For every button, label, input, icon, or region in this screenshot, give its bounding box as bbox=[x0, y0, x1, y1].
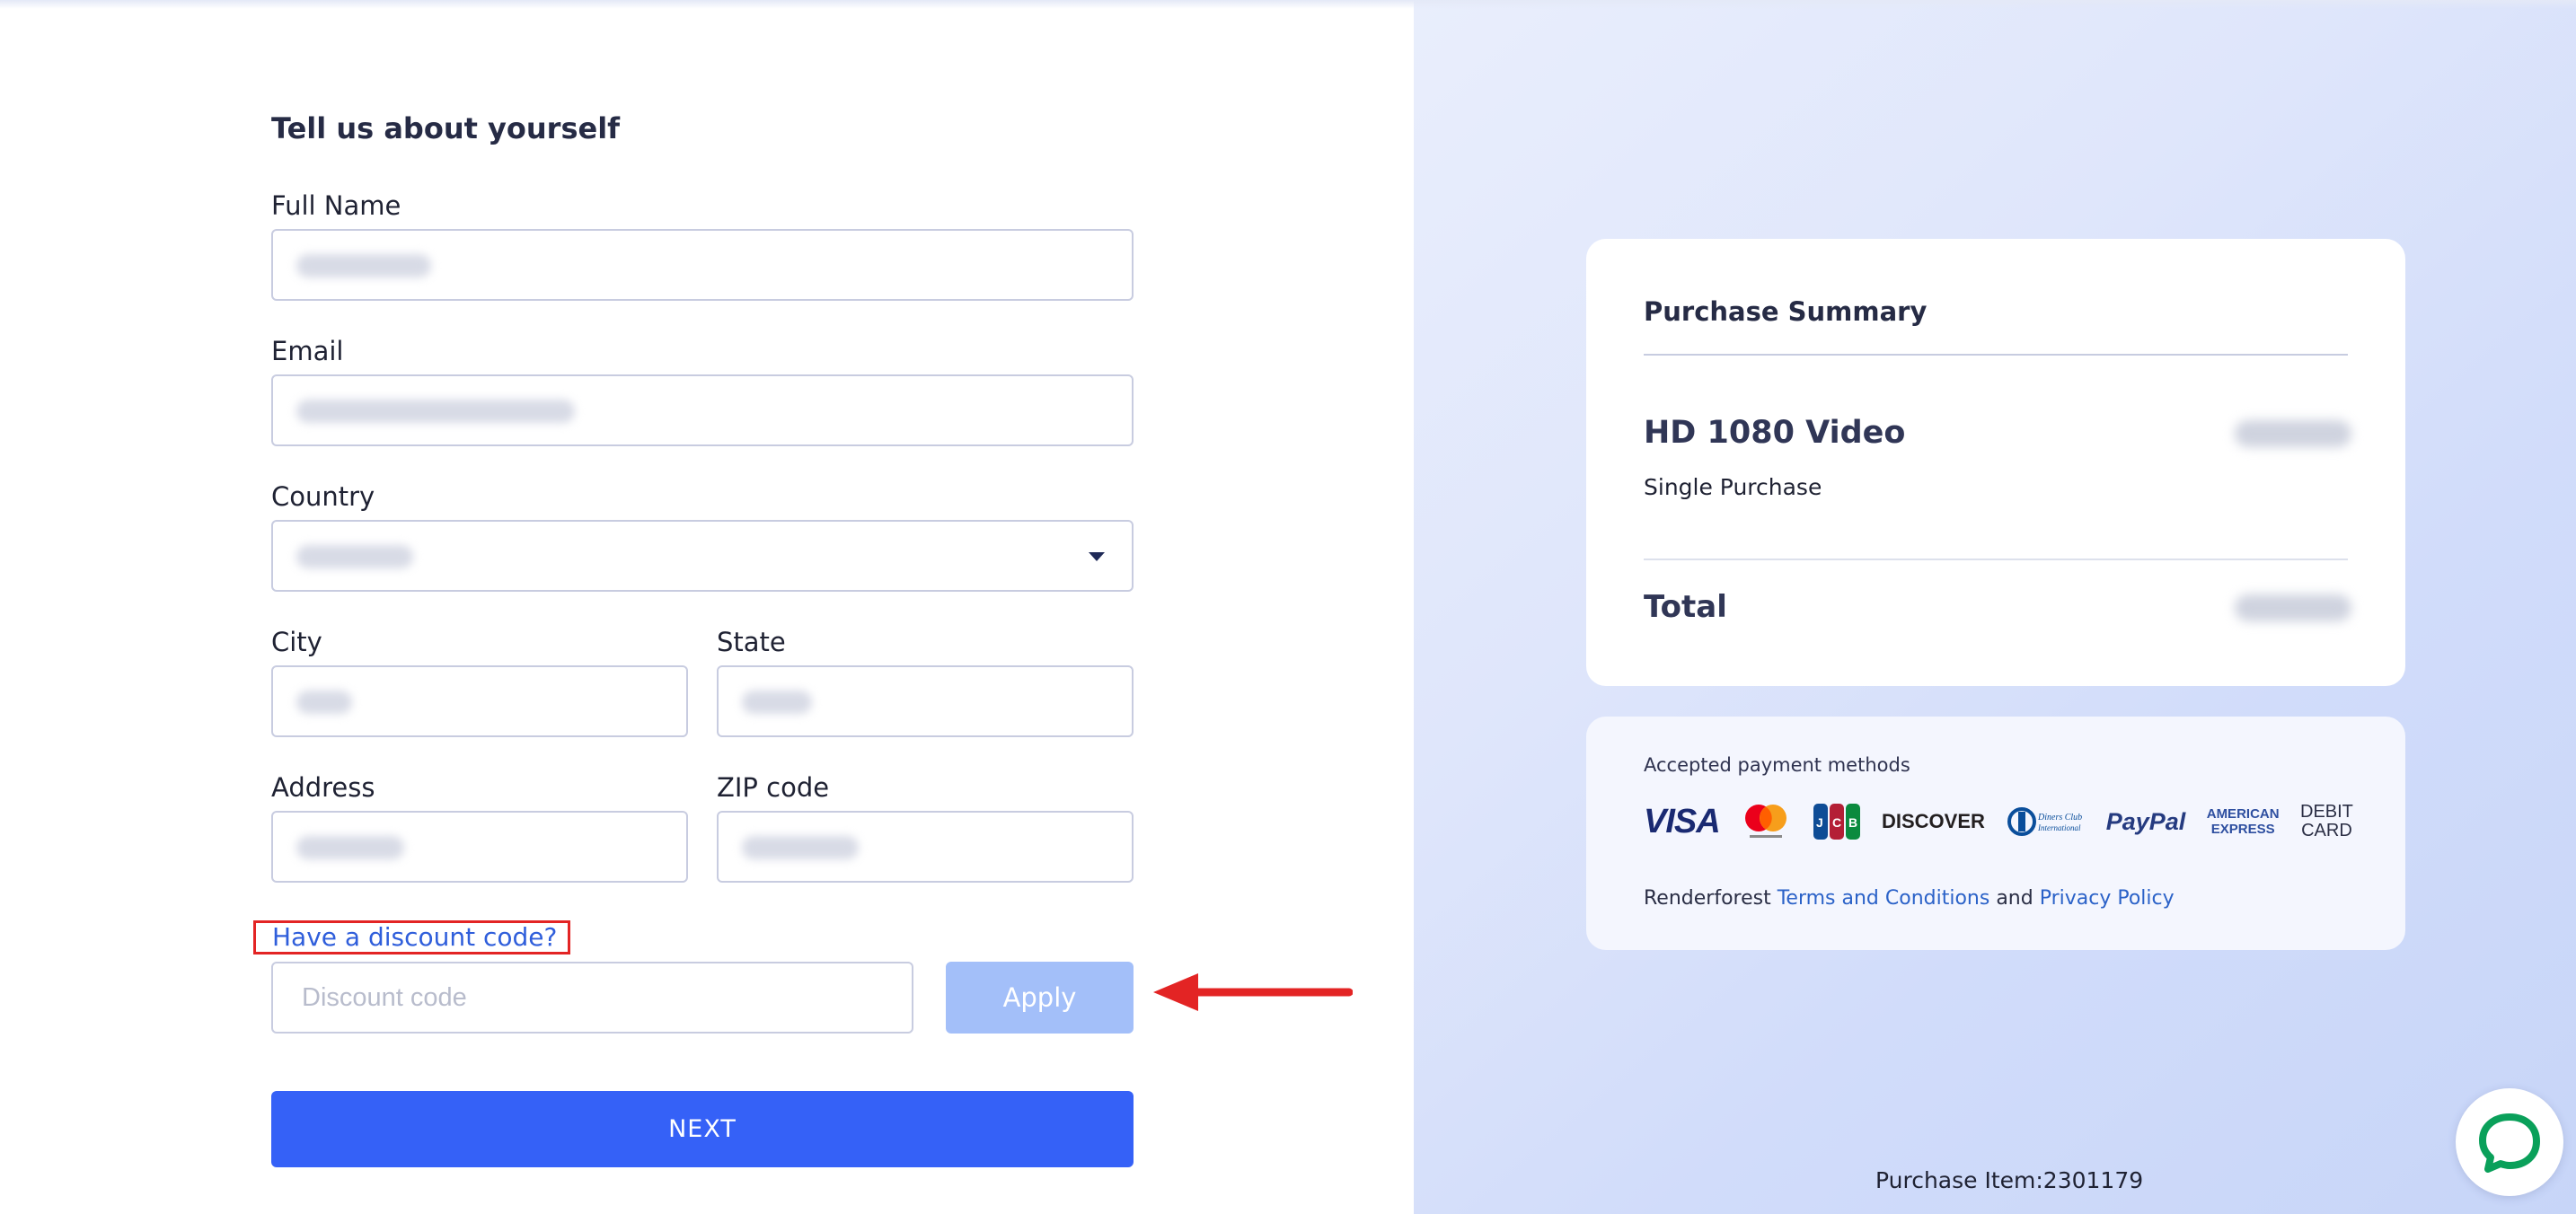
email-input[interactable] bbox=[271, 374, 1134, 446]
full-name-label: Full Name bbox=[271, 190, 401, 221]
blurred-value bbox=[742, 691, 812, 714]
chat-bubble-icon bbox=[2479, 1113, 2540, 1173]
blurred-value bbox=[296, 254, 431, 277]
red-arrow-annotation bbox=[1153, 973, 1353, 1011]
payment-methods-card: Accepted payment methods VISA J C B DISC… bbox=[1586, 717, 2405, 950]
discount-code-link[interactable]: Have a discount code? bbox=[253, 920, 570, 954]
chat-button[interactable] bbox=[2456, 1088, 2563, 1196]
blurred-value bbox=[296, 400, 575, 423]
payment-logos: VISA J C B DISCOVER Diners Club Internat… bbox=[1644, 801, 2353, 842]
svg-text:Diners Club: Diners Club bbox=[2037, 813, 2082, 823]
legal-prefix: Renderforest bbox=[1644, 887, 1771, 910]
email-label: Email bbox=[271, 336, 344, 366]
apply-button[interactable]: Apply bbox=[946, 962, 1134, 1034]
blurred-value bbox=[296, 836, 404, 859]
visa-logo: VISA bbox=[1644, 802, 1721, 840]
diners-club-logo: Diners Club International bbox=[2006, 804, 2085, 840]
zip-label: ZIP code bbox=[717, 772, 830, 803]
city-input[interactable] bbox=[271, 665, 688, 737]
payment-methods-title: Accepted payment methods bbox=[1644, 754, 1910, 776]
jcb-logo: J C B bbox=[1813, 802, 1861, 841]
full-name-input[interactable] bbox=[271, 229, 1134, 301]
form-heading: Tell us about yourself bbox=[271, 111, 621, 145]
blurred-value bbox=[296, 691, 352, 714]
privacy-link[interactable]: Privacy Policy bbox=[2040, 887, 2175, 910]
svg-text:C: C bbox=[1832, 815, 1841, 830]
debit-card-logo: DEBIT CARD bbox=[2300, 802, 2353, 840]
purchase-summary-card: Purchase Summary HD 1080 Video Single Pu… bbox=[1586, 239, 2405, 686]
item-type: Single Purchase bbox=[1644, 474, 1822, 500]
legal-and: and bbox=[1996, 887, 2033, 910]
legal-text: Renderforest Terms and Conditions and Pr… bbox=[1644, 887, 2175, 910]
mastercard-logo bbox=[1741, 802, 1791, 841]
blurred-value bbox=[742, 836, 859, 859]
state-input[interactable] bbox=[717, 665, 1134, 737]
item-price-blurred bbox=[2235, 420, 2351, 447]
total-price-blurred bbox=[2235, 594, 2351, 621]
state-label: State bbox=[717, 627, 786, 657]
discount-code-input[interactable]: Discount code bbox=[271, 962, 913, 1034]
divider bbox=[1644, 354, 2348, 356]
svg-text:International: International bbox=[2037, 823, 2081, 832]
top-shadow bbox=[0, 0, 2576, 9]
address-label: Address bbox=[271, 772, 375, 803]
city-label: City bbox=[271, 627, 322, 657]
item-name: HD 1080 Video bbox=[1644, 415, 1906, 451]
american-express-logo: AMERICAN EXPRESS bbox=[2206, 806, 2280, 837]
purchase-item-id: Purchase Item:2301179 bbox=[1875, 1167, 2144, 1193]
address-input[interactable] bbox=[271, 811, 688, 883]
checkout-form-panel: Tell us about yourself Full Name Email C… bbox=[0, 0, 1414, 1214]
svg-text:J: J bbox=[1816, 815, 1823, 830]
next-button[interactable]: NEXT bbox=[271, 1091, 1134, 1167]
country-select[interactable] bbox=[271, 520, 1134, 592]
blurred-value bbox=[296, 545, 413, 568]
terms-link[interactable]: Terms and Conditions bbox=[1778, 887, 1990, 910]
chevron-down-icon bbox=[1089, 552, 1105, 561]
svg-text:B: B bbox=[1848, 815, 1857, 830]
country-label: Country bbox=[271, 481, 375, 512]
summary-title: Purchase Summary bbox=[1644, 296, 1928, 327]
divider bbox=[1644, 559, 2348, 560]
total-label: Total bbox=[1644, 589, 1727, 625]
paypal-logo: PayPal bbox=[2105, 807, 2186, 835]
discover-logo: DISCOVER bbox=[1881, 810, 1985, 832]
zip-input[interactable] bbox=[717, 811, 1134, 883]
